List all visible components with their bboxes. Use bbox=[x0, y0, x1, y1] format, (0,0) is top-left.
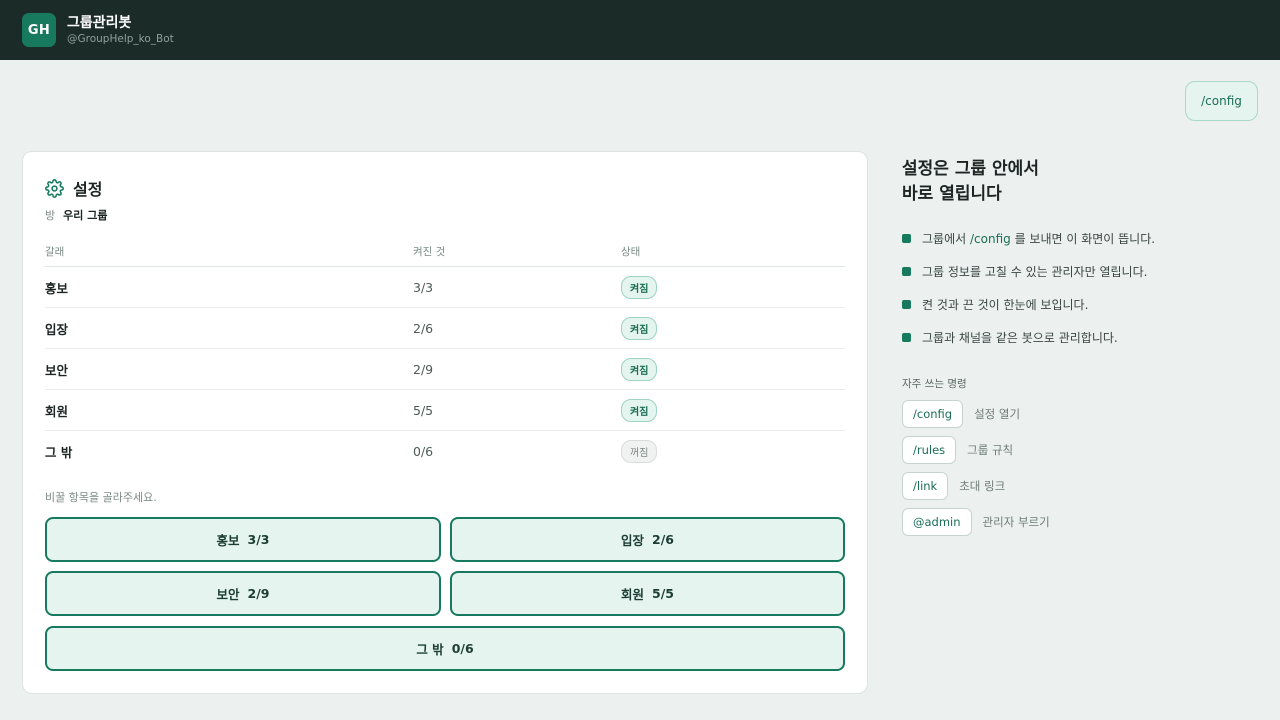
bot-logo: GH bbox=[22, 13, 56, 47]
bullet-icon bbox=[902, 300, 911, 309]
table-row: 그 밖 0/6 꺼짐 bbox=[45, 431, 845, 472]
bullet-icon bbox=[902, 333, 911, 342]
button-count: 2/6 bbox=[652, 532, 674, 547]
button-label: 그 밖 bbox=[416, 642, 444, 657]
bullet-text: 그룹 정보를 고칠 수 있는 관리자만 열립니다. bbox=[922, 265, 1148, 279]
command-row: /config 설정 열기 bbox=[902, 400, 1262, 428]
bullet-icon bbox=[902, 267, 911, 276]
command-description: 관리자 부르기 bbox=[982, 515, 1050, 529]
top-bar: GH 그룹관리봇 @GroupHelp_ko_Bot bbox=[0, 0, 1280, 60]
list-item: 그룹 정보를 고칠 수 있는 관리자만 열립니다. bbox=[902, 255, 1262, 288]
feature-list: 그룹에서 /config 를 보내면 이 화면이 뜹니다. 그룹 정보를 고칠 … bbox=[902, 222, 1262, 354]
info-heading-line-1: 설정은 그룹 안에서 bbox=[902, 159, 1039, 179]
settings-table: 갈래 켜진 것 상태 홍보 3/3 켜짐 입장 2/6 켜짐 보안 2/9 켜짐… bbox=[45, 237, 845, 472]
category-button-entry[interactable]: 입장 2/6 bbox=[450, 517, 845, 562]
bullet-icon bbox=[902, 234, 911, 243]
button-count: 3/3 bbox=[247, 532, 270, 547]
status-badge: 켜짐 bbox=[621, 398, 658, 422]
status-badge: 켜짐 bbox=[621, 357, 658, 381]
info-panel: 설정은 그룹 안에서 바로 열립니다 그룹에서 /config 를 보내면 이 … bbox=[902, 157, 1262, 544]
column-header-status: 상태 bbox=[621, 246, 641, 258]
row-count: 2/6 bbox=[413, 320, 434, 336]
info-heading-line-2: 바로 열립니다 bbox=[902, 184, 1002, 204]
settings-title-text: 설정 bbox=[73, 180, 103, 199]
table-row: 입장 2/6 켜짐 bbox=[45, 308, 845, 349]
command-row: /rules 그룹 규칙 bbox=[902, 436, 1262, 464]
column-header-category: 갈래 bbox=[45, 246, 65, 258]
button-label: 홍보 bbox=[216, 533, 240, 548]
row-category: 그 밖 bbox=[45, 445, 73, 460]
button-label: 회원 bbox=[621, 587, 645, 602]
settings-card: 설정 방 우리 그룹 갈래 켜진 것 상태 홍보 3/3 켜짐 입장 2/6 켜… bbox=[22, 151, 868, 694]
command-chip-config[interactable]: /config bbox=[902, 400, 964, 428]
row-count: 0/6 bbox=[413, 444, 434, 459]
button-count: 2/9 bbox=[247, 586, 270, 601]
bullet-text: 켠 것과 끈 것이 한눈에 보입니다. bbox=[922, 298, 1089, 312]
command-description: 그룹 규칙 bbox=[967, 443, 1014, 457]
config-command-pill[interactable]: /config bbox=[1185, 81, 1258, 121]
bullet-text: 그룹에서 /config 를 보내면 이 화면이 뜹니다. bbox=[922, 232, 1156, 246]
row-category: 회원 bbox=[45, 403, 69, 419]
command-description: 초대 링크 bbox=[959, 479, 1006, 493]
inline-command: /config bbox=[969, 232, 1011, 246]
command-chip-admin[interactable]: @admin bbox=[902, 508, 972, 536]
bot-handle: @GroupHelp_ko_Bot bbox=[67, 32, 174, 45]
brand: 그룹관리봇 @GroupHelp_ko_Bot bbox=[67, 14, 174, 47]
status-badge: 꺼짐 bbox=[621, 440, 658, 463]
list-item: 켠 것과 끈 것이 한눈에 보입니다. bbox=[902, 288, 1262, 321]
row-count: 2/9 bbox=[413, 361, 434, 377]
category-button-other[interactable]: 그 밖 0/6 bbox=[45, 626, 845, 671]
table-header: 갈래 켜진 것 상태 bbox=[45, 237, 845, 267]
command-list: /config 설정 열기 /rules 그룹 규칙 /link 초대 링크 @… bbox=[902, 400, 1262, 536]
bullet-text: 그룹과 채널을 같은 봇으로 관리합니다. bbox=[922, 331, 1118, 345]
command-description: 설정 열기 bbox=[974, 407, 1021, 421]
category-button-members[interactable]: 회원 5/5 bbox=[450, 571, 845, 616]
settings-title: 설정 bbox=[45, 176, 102, 200]
room-info: 방 우리 그룹 bbox=[45, 207, 107, 223]
commands-heading: 자주 쓰는 명령 bbox=[902, 378, 967, 390]
row-count: 5/5 bbox=[413, 402, 434, 418]
row-category: 홍보 bbox=[45, 280, 69, 296]
row-category: 입장 bbox=[45, 321, 69, 337]
table-row: 회원 5/5 켜짐 bbox=[45, 390, 845, 431]
category-button-promo[interactable]: 홍보 3/3 bbox=[45, 517, 441, 562]
button-label: 보안 bbox=[216, 587, 240, 602]
command-row: @admin 관리자 부르기 bbox=[902, 508, 1262, 536]
category-button-security[interactable]: 보안 2/9 bbox=[45, 571, 441, 616]
command-row: /link 초대 링크 bbox=[902, 472, 1262, 500]
room-label: 방 bbox=[45, 209, 56, 222]
button-count: 0/6 bbox=[451, 641, 474, 656]
room-name: 우리 그룹 bbox=[63, 209, 108, 222]
list-item: 그룹과 채널을 같은 봇으로 관리합니다. bbox=[902, 321, 1262, 354]
status-badge: 켜짐 bbox=[621, 275, 658, 299]
row-category: 보안 bbox=[45, 362, 69, 378]
command-chip-rules[interactable]: /rules bbox=[902, 436, 957, 464]
button-count: 5/5 bbox=[652, 586, 674, 601]
gear-icon bbox=[45, 178, 64, 198]
command-chip-link[interactable]: /link bbox=[902, 472, 949, 500]
button-label: 입장 bbox=[621, 533, 645, 548]
row-count: 3/3 bbox=[413, 279, 434, 295]
selection-hint: 비꿀 항목을 골라주세요. bbox=[45, 491, 157, 504]
status-badge: 켜짐 bbox=[621, 316, 658, 340]
table-row: 홍보 3/3 켜짐 bbox=[45, 267, 845, 308]
table-row: 보안 2/9 켜짐 bbox=[45, 349, 845, 390]
column-header-enabled: 켜진 것 bbox=[413, 246, 446, 258]
bot-name: 그룹관리봇 bbox=[67, 14, 132, 31]
info-heading: 설정은 그룹 안에서 바로 열립니다 bbox=[902, 157, 1262, 207]
list-item: 그룹에서 /config 를 보내면 이 화면이 뜹니다. bbox=[902, 222, 1262, 255]
